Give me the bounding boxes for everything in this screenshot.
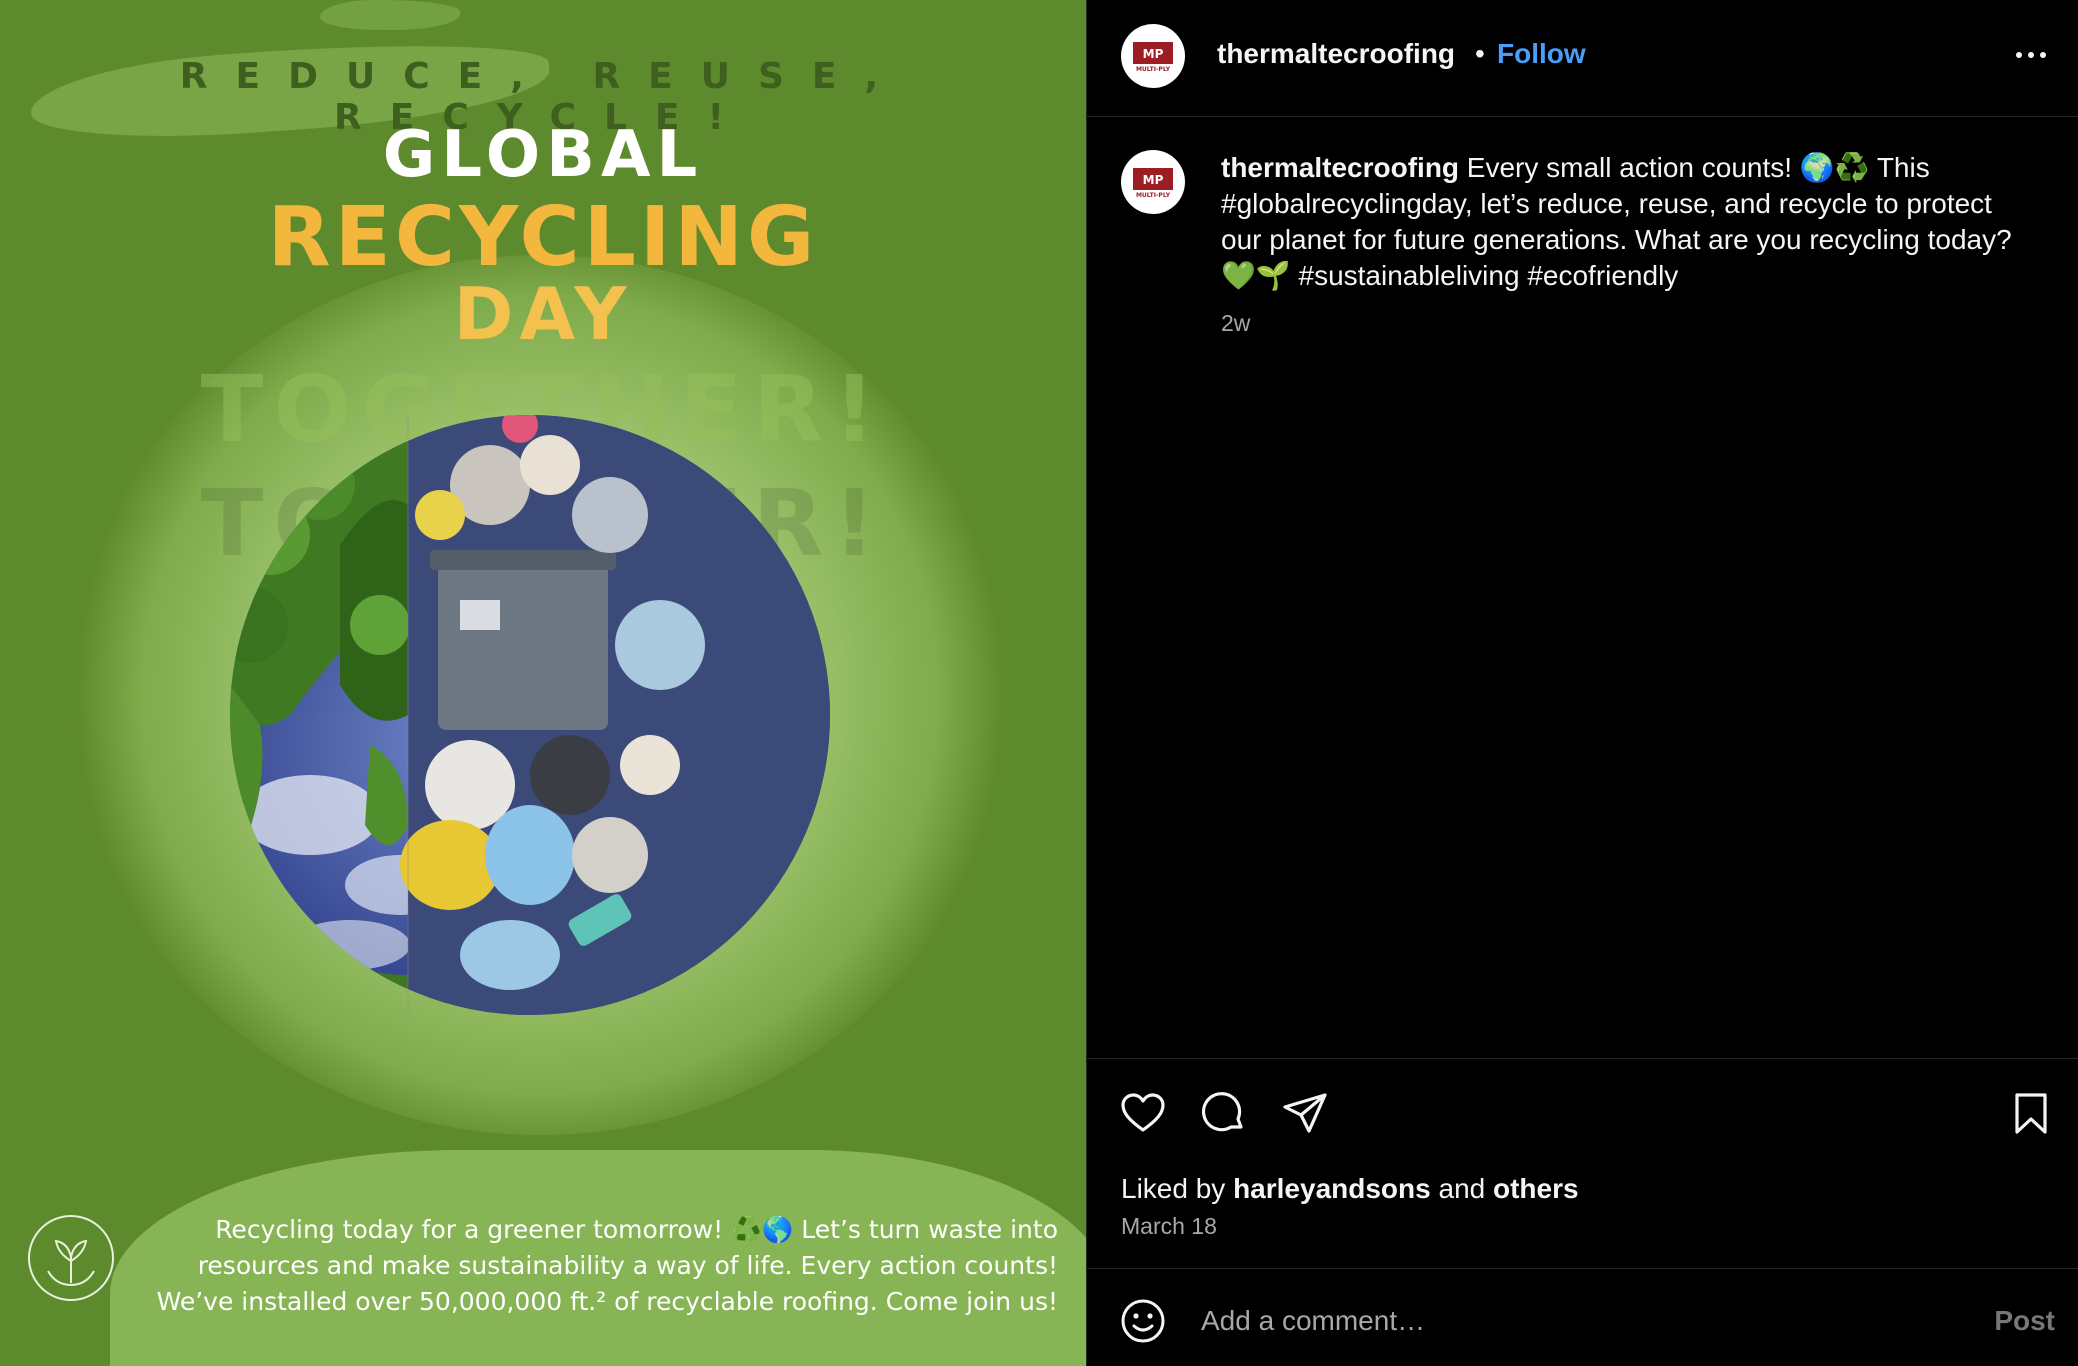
add-comment-bar: Post (1087, 1268, 2078, 1366)
multi-ply-logo-icon: MP MULTI-PLY (1133, 42, 1173, 73)
post-comment-button[interactable]: Post (1994, 1305, 2055, 1337)
post-header: MP MULTI-PLY thermaltecroofing • Follow (1087, 0, 2078, 117)
post-side-panel: MP MULTI-PLY thermaltecroofing • Follow … (1086, 0, 2078, 1366)
comment-username[interactable]: thermaltecroofing (1221, 152, 1459, 183)
brush-stroke-top-small (320, 0, 460, 30)
post-image[interactable]: REDUCE, REUSE, RECYCLE! GLOBAL RECYCLING… (0, 0, 1086, 1366)
image-caption-line: We’ve installed over 50,000,000 ft.² of … (156, 1287, 1058, 1316)
follow-button[interactable]: Follow (1497, 38, 1586, 70)
globe-illustration (230, 415, 830, 1015)
heart-icon[interactable] (1119, 1089, 1167, 1137)
svg-text:MP: MP (1143, 47, 1164, 61)
svg-text:MULTI-PLY: MULTI-PLY (1136, 66, 1171, 73)
caption-comment: MP MULTI-PLY thermaltecroofing Every sma… (1087, 116, 2078, 1056)
post-date[interactable]: March 18 (1121, 1213, 1217, 1240)
likes-summary: Liked by harleyandsons and others (1121, 1173, 1579, 1205)
comment-timestamp[interactable]: 2w (1221, 310, 1250, 337)
author-username[interactable]: thermaltecroofing (1217, 38, 1455, 70)
comment-icon[interactable] (1201, 1089, 1249, 1137)
more-options-icon[interactable] (2011, 40, 2051, 70)
multi-ply-logo-icon: MP MULTI-PLY (1133, 168, 1173, 199)
image-caption-line: Recycling today for a greener tomorrow! … (215, 1215, 1058, 1244)
bookmark-icon[interactable] (2007, 1089, 2055, 1137)
image-title-day: DAY (453, 272, 633, 356)
caption-text: thermaltecroofing Every small action cou… (1221, 150, 2021, 294)
image-caption-line: resources and make sustainability a way … (197, 1251, 1058, 1280)
header-separator: • (1475, 38, 1485, 69)
author-avatar[interactable]: MP MULTI-PLY (1121, 24, 1185, 88)
svg-text:MULTI-PLY: MULTI-PLY (1136, 192, 1171, 199)
instagram-post-view: REDUCE, REUSE, RECYCLE! GLOBAL RECYCLING… (0, 0, 2078, 1366)
emoji-icon[interactable] (1119, 1297, 1167, 1345)
comment-author-avatar[interactable]: MP MULTI-PLY (1121, 150, 1185, 214)
liked-by-user[interactable]: harleyandsons (1233, 1173, 1431, 1204)
liked-by-others[interactable]: others (1493, 1173, 1579, 1204)
image-title-recycling: RECYCLING (267, 190, 819, 285)
liked-by-middle: and (1430, 1173, 1493, 1204)
image-title-global: GLOBAL (382, 118, 704, 192)
image-caption: Recycling today for a greener tomorrow! … (58, 1212, 1058, 1320)
svg-text:MP: MP (1143, 173, 1164, 187)
comment-input[interactable] (1199, 1295, 1943, 1347)
share-icon[interactable] (1281, 1089, 1329, 1137)
liked-by-prefix: Liked by (1121, 1173, 1234, 1204)
post-actions: Liked by harleyandsons and others March … (1087, 1058, 2078, 1269)
